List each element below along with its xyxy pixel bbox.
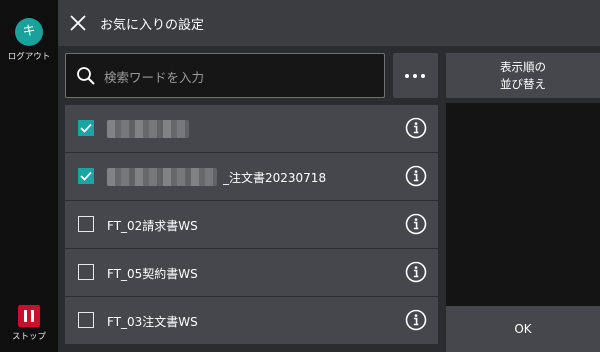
sort-order-label-line1: 表示順の [500,60,546,74]
list-item-label: FT_05契約書WS [107,267,198,281]
redacted-name [107,120,189,138]
info-icon[interactable] [405,165,427,187]
search-box[interactable] [65,53,385,98]
ok-button[interactable]: OK [446,306,600,352]
stop-label: ストップ [11,332,46,342]
header-bar: お気に入りの設定 [58,0,600,46]
search-icon [77,67,95,85]
more-icon-dot [413,74,417,78]
checkbox-checked[interactable] [78,120,94,136]
list-item-label: FT_02請求書WS [107,219,198,233]
list-item-label: _注文書20230718 [223,171,327,185]
more-options-button[interactable] [393,53,438,98]
search-input[interactable] [102,62,376,92]
sort-order-label-line2: 並び替え [500,77,546,91]
info-icon[interactable] [405,117,427,139]
list-item[interactable]: FT_02請求書WS [65,201,438,248]
checkbox-unchecked[interactable] [78,312,94,328]
more-icon-dot [405,74,409,78]
list-item[interactable]: FT_05契約書WS [65,249,438,296]
list-item-label: FT_03注文書WS [107,315,198,329]
list-item[interactable] [65,105,438,152]
list-item[interactable]: _注文書20230718 [65,153,438,200]
page-title: お気に入りの設定 [100,18,205,33]
list-item[interactable]: FT_03注文書WS [65,297,438,344]
close-icon[interactable] [68,13,88,33]
checkbox-unchecked[interactable] [78,264,94,280]
stop-button[interactable]: ストップ [0,305,58,350]
stop-icon [18,305,40,327]
left-sidebar: キ ログアウト ストップ [0,0,58,352]
side-panel [446,103,600,306]
sort-order-button[interactable]: 表示順の 並び替え [446,53,600,98]
logout-button[interactable]: キ ログアウト [0,18,58,68]
info-icon[interactable] [405,309,427,331]
logout-label: ログアウト [7,52,51,62]
favorites-list: _注文書20230718 FT_02請求書WS FT_05契約書WS FT_03… [65,105,438,352]
info-icon[interactable] [405,213,427,235]
more-icon-dot [421,74,425,78]
redacted-name [107,168,217,186]
logout-icon: キ [15,18,43,46]
checkbox-unchecked[interactable] [78,216,94,232]
info-icon[interactable] [405,261,427,283]
checkbox-checked[interactable] [78,168,94,184]
